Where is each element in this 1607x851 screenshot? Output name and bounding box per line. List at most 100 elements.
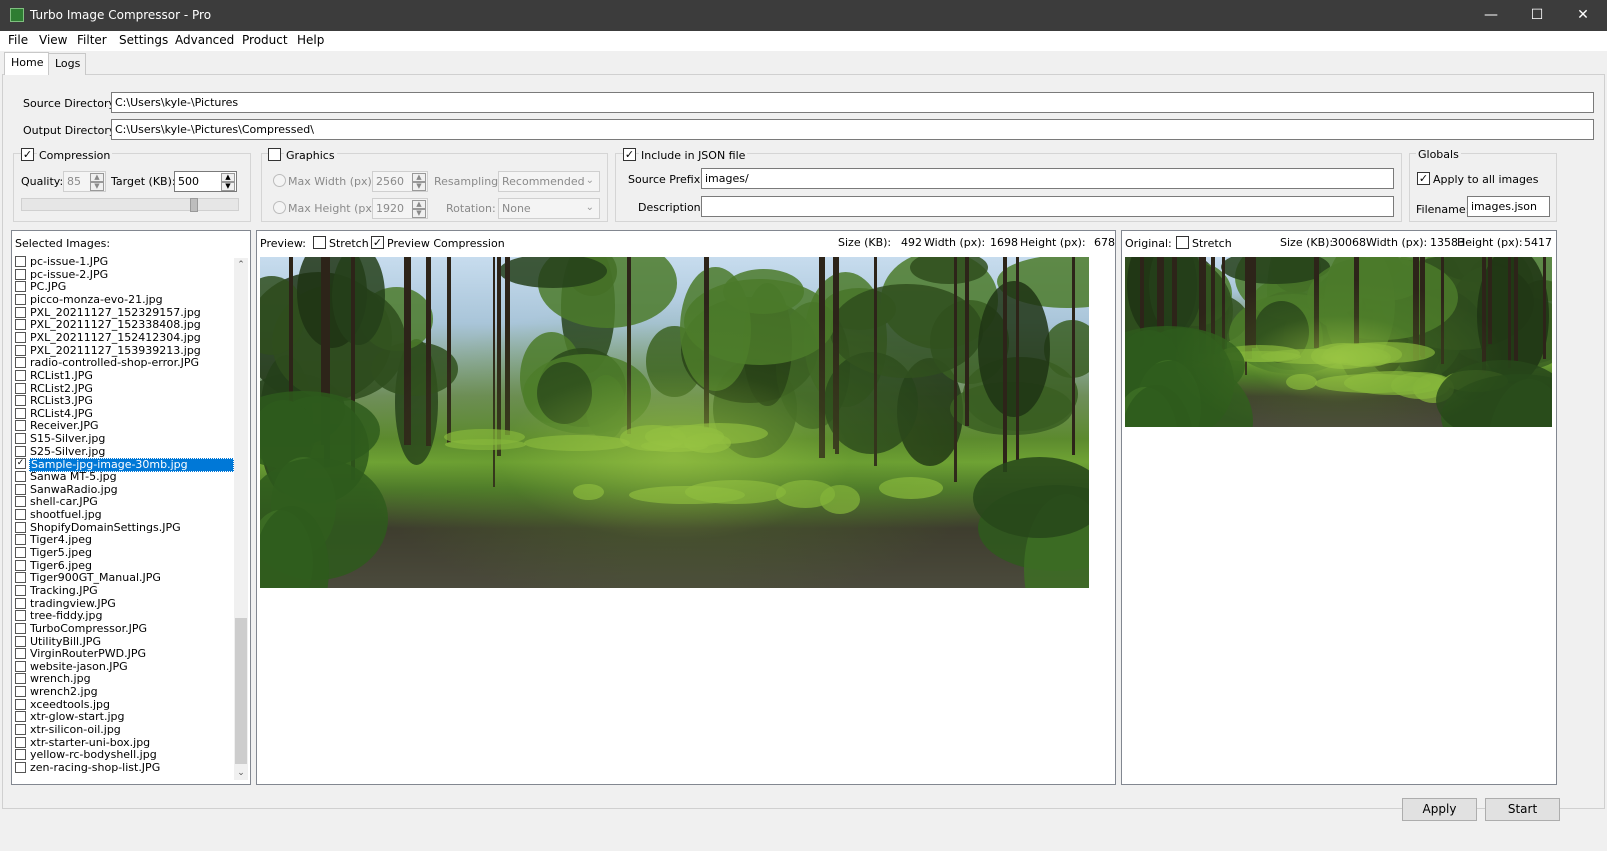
spin-up-icon[interactable]: ▲ bbox=[412, 200, 426, 209]
list-item-checkbox[interactable] bbox=[15, 724, 26, 736]
list-item-checkbox[interactable] bbox=[15, 395, 26, 407]
rotation-dropdown[interactable]: None ⌄ bbox=[498, 198, 600, 219]
spin-up-icon[interactable]: ▲ bbox=[412, 173, 426, 182]
spin-down-icon[interactable]: ▼ bbox=[412, 182, 426, 191]
menu-help[interactable]: Help bbox=[297, 33, 324, 47]
list-item-checkbox[interactable] bbox=[15, 407, 26, 419]
list-item-checkbox[interactable] bbox=[15, 698, 26, 710]
list-item-checkbox[interactable] bbox=[15, 420, 26, 432]
resampling-dropdown[interactable]: Recommended ⌄ bbox=[498, 171, 600, 192]
list-item-checkbox[interactable] bbox=[15, 471, 26, 483]
compression-checkbox[interactable]: ✓ bbox=[21, 148, 34, 161]
slider-thumb[interactable] bbox=[190, 198, 198, 212]
menu-filter[interactable]: Filter bbox=[77, 33, 107, 47]
list-item-checkbox[interactable] bbox=[15, 344, 26, 356]
max-width-spinner[interactable]: 2560 ▲ ▼ bbox=[372, 171, 428, 192]
list-item-checkbox[interactable] bbox=[15, 281, 26, 293]
maximize-icon[interactable]: ☐ bbox=[1514, 0, 1560, 31]
list-item-checkbox[interactable] bbox=[15, 559, 26, 571]
max-height-spinner[interactable]: 1920 ▲ ▼ bbox=[372, 198, 428, 219]
list-item-checkbox[interactable] bbox=[15, 749, 26, 761]
preview-compression-checkbox[interactable]: ✓ bbox=[371, 236, 384, 249]
list-item-checkbox[interactable] bbox=[15, 736, 26, 748]
quality-slider[interactable] bbox=[21, 198, 239, 212]
apply-all-checkbox[interactable]: ✓ bbox=[1417, 172, 1430, 185]
resampling-value: Recommended bbox=[502, 175, 585, 188]
list-item-checkbox[interactable] bbox=[15, 433, 26, 445]
scroll-thumb[interactable] bbox=[235, 618, 247, 764]
max-height-radio[interactable] bbox=[273, 201, 286, 214]
menu-product[interactable]: Product bbox=[242, 33, 288, 47]
list-item-checkbox[interactable]: ✓ bbox=[15, 458, 26, 470]
list-item-checkbox[interactable] bbox=[15, 496, 26, 508]
list-item-checkbox[interactable] bbox=[15, 306, 26, 318]
list-item[interactable]: Tracking.JPG bbox=[15, 584, 234, 598]
spin-down-icon[interactable]: ▼ bbox=[221, 182, 235, 191]
start-button[interactable]: Start bbox=[1485, 798, 1560, 821]
filename-input[interactable]: images.json bbox=[1467, 196, 1550, 217]
list-item-checkbox[interactable] bbox=[15, 369, 26, 381]
list-scrollbar[interactable]: ⌃ ⌄ bbox=[234, 258, 248, 780]
spin-down-icon[interactable]: ▼ bbox=[412, 209, 426, 218]
preview-stretch-checkbox[interactable] bbox=[313, 236, 326, 249]
list-item-checkbox[interactable] bbox=[15, 357, 26, 369]
list-item-checkbox[interactable] bbox=[15, 622, 26, 634]
menu-advanced[interactable]: Advanced bbox=[175, 33, 234, 47]
scroll-up-icon[interactable]: ⌃ bbox=[234, 258, 248, 272]
spin-up-icon[interactable]: ▲ bbox=[221, 173, 235, 182]
list-item[interactable]: TurboCompressor.JPG bbox=[15, 622, 234, 636]
list-item-checkbox[interactable] bbox=[15, 521, 26, 533]
list-item-checkbox[interactable] bbox=[15, 584, 26, 596]
list-item-checkbox[interactable] bbox=[15, 660, 26, 672]
list-item-checkbox[interactable] bbox=[15, 382, 26, 394]
source-directory-input[interactable]: C:\Users\kyle-\Pictures bbox=[111, 92, 1594, 113]
list-item-checkbox[interactable] bbox=[15, 509, 26, 520]
list-item-checkbox[interactable] bbox=[15, 610, 26, 622]
list-item-checkbox[interactable] bbox=[15, 711, 26, 723]
list-item-checkbox[interactable] bbox=[15, 534, 26, 546]
apply-button[interactable]: Apply bbox=[1402, 798, 1477, 821]
spin-down-icon[interactable]: ▼ bbox=[90, 182, 104, 191]
list-item[interactable]: S25-Silver.jpg bbox=[15, 445, 234, 459]
list-item-checkbox[interactable] bbox=[15, 293, 26, 305]
tab-home[interactable]: Home bbox=[4, 52, 49, 75]
list-item-checkbox[interactable] bbox=[15, 762, 26, 773]
spin-up-icon[interactable]: ▲ bbox=[90, 173, 104, 182]
original-stretch-checkbox[interactable] bbox=[1176, 236, 1189, 249]
list-item-checkbox[interactable] bbox=[15, 546, 26, 558]
list-item-checkbox[interactable] bbox=[15, 268, 26, 280]
list-item-checkbox[interactable] bbox=[15, 635, 26, 647]
list-item[interactable]: PXL_20211127_152412304.jpg bbox=[15, 331, 234, 345]
quality-spinner[interactable]: 85 ▲ ▼ bbox=[63, 171, 106, 192]
tab-logs[interactable]: Logs bbox=[48, 53, 86, 75]
list-item-checkbox[interactable] bbox=[15, 572, 26, 584]
include-json-checkbox[interactable]: ✓ bbox=[623, 148, 636, 161]
list-item[interactable]: RCList1.JPG bbox=[15, 369, 234, 383]
close-icon[interactable]: ✕ bbox=[1560, 0, 1606, 31]
output-directory-input[interactable]: C:\Users\kyle-\Pictures\Compressed\ bbox=[111, 119, 1594, 140]
list-item-checkbox[interactable] bbox=[15, 445, 26, 457]
list-item[interactable]: zen-racing-shop-list.JPG bbox=[15, 762, 234, 775]
list-item-checkbox[interactable] bbox=[15, 686, 26, 698]
list-item-checkbox[interactable] bbox=[15, 648, 26, 660]
list-item-checkbox[interactable] bbox=[15, 673, 26, 685]
list-item-checkbox[interactable] bbox=[15, 597, 26, 609]
description-input[interactable] bbox=[701, 196, 1394, 217]
list-item-checkbox[interactable] bbox=[15, 256, 26, 267]
list-item-checkbox[interactable] bbox=[15, 483, 26, 495]
menu-settings[interactable]: Settings bbox=[119, 33, 168, 47]
menu-file[interactable]: File bbox=[8, 33, 28, 47]
original-size-label: Size (KB): bbox=[1280, 236, 1334, 249]
scroll-down-icon[interactable]: ⌄ bbox=[234, 766, 248, 780]
minimize-icon[interactable]: — bbox=[1468, 0, 1514, 31]
max-width-radio[interactable] bbox=[273, 174, 286, 187]
list-item-checkbox[interactable] bbox=[15, 331, 26, 343]
image-list[interactable]: Selected Images: pc-issue-1.JPG pc-issue-… bbox=[11, 230, 251, 785]
list-item[interactable]: Tiger5.jpeg bbox=[15, 546, 234, 560]
target-kb-spinner[interactable]: 500 ▲ ▼ bbox=[174, 171, 237, 192]
source-prefix-input[interactable]: images/ bbox=[701, 168, 1394, 189]
menu-view[interactable]: View bbox=[39, 33, 67, 47]
list-item-checkbox[interactable] bbox=[15, 319, 26, 331]
graphics-checkbox[interactable] bbox=[268, 148, 281, 161]
list-item[interactable]: picco-monza-evo-21.jpg bbox=[15, 293, 234, 307]
